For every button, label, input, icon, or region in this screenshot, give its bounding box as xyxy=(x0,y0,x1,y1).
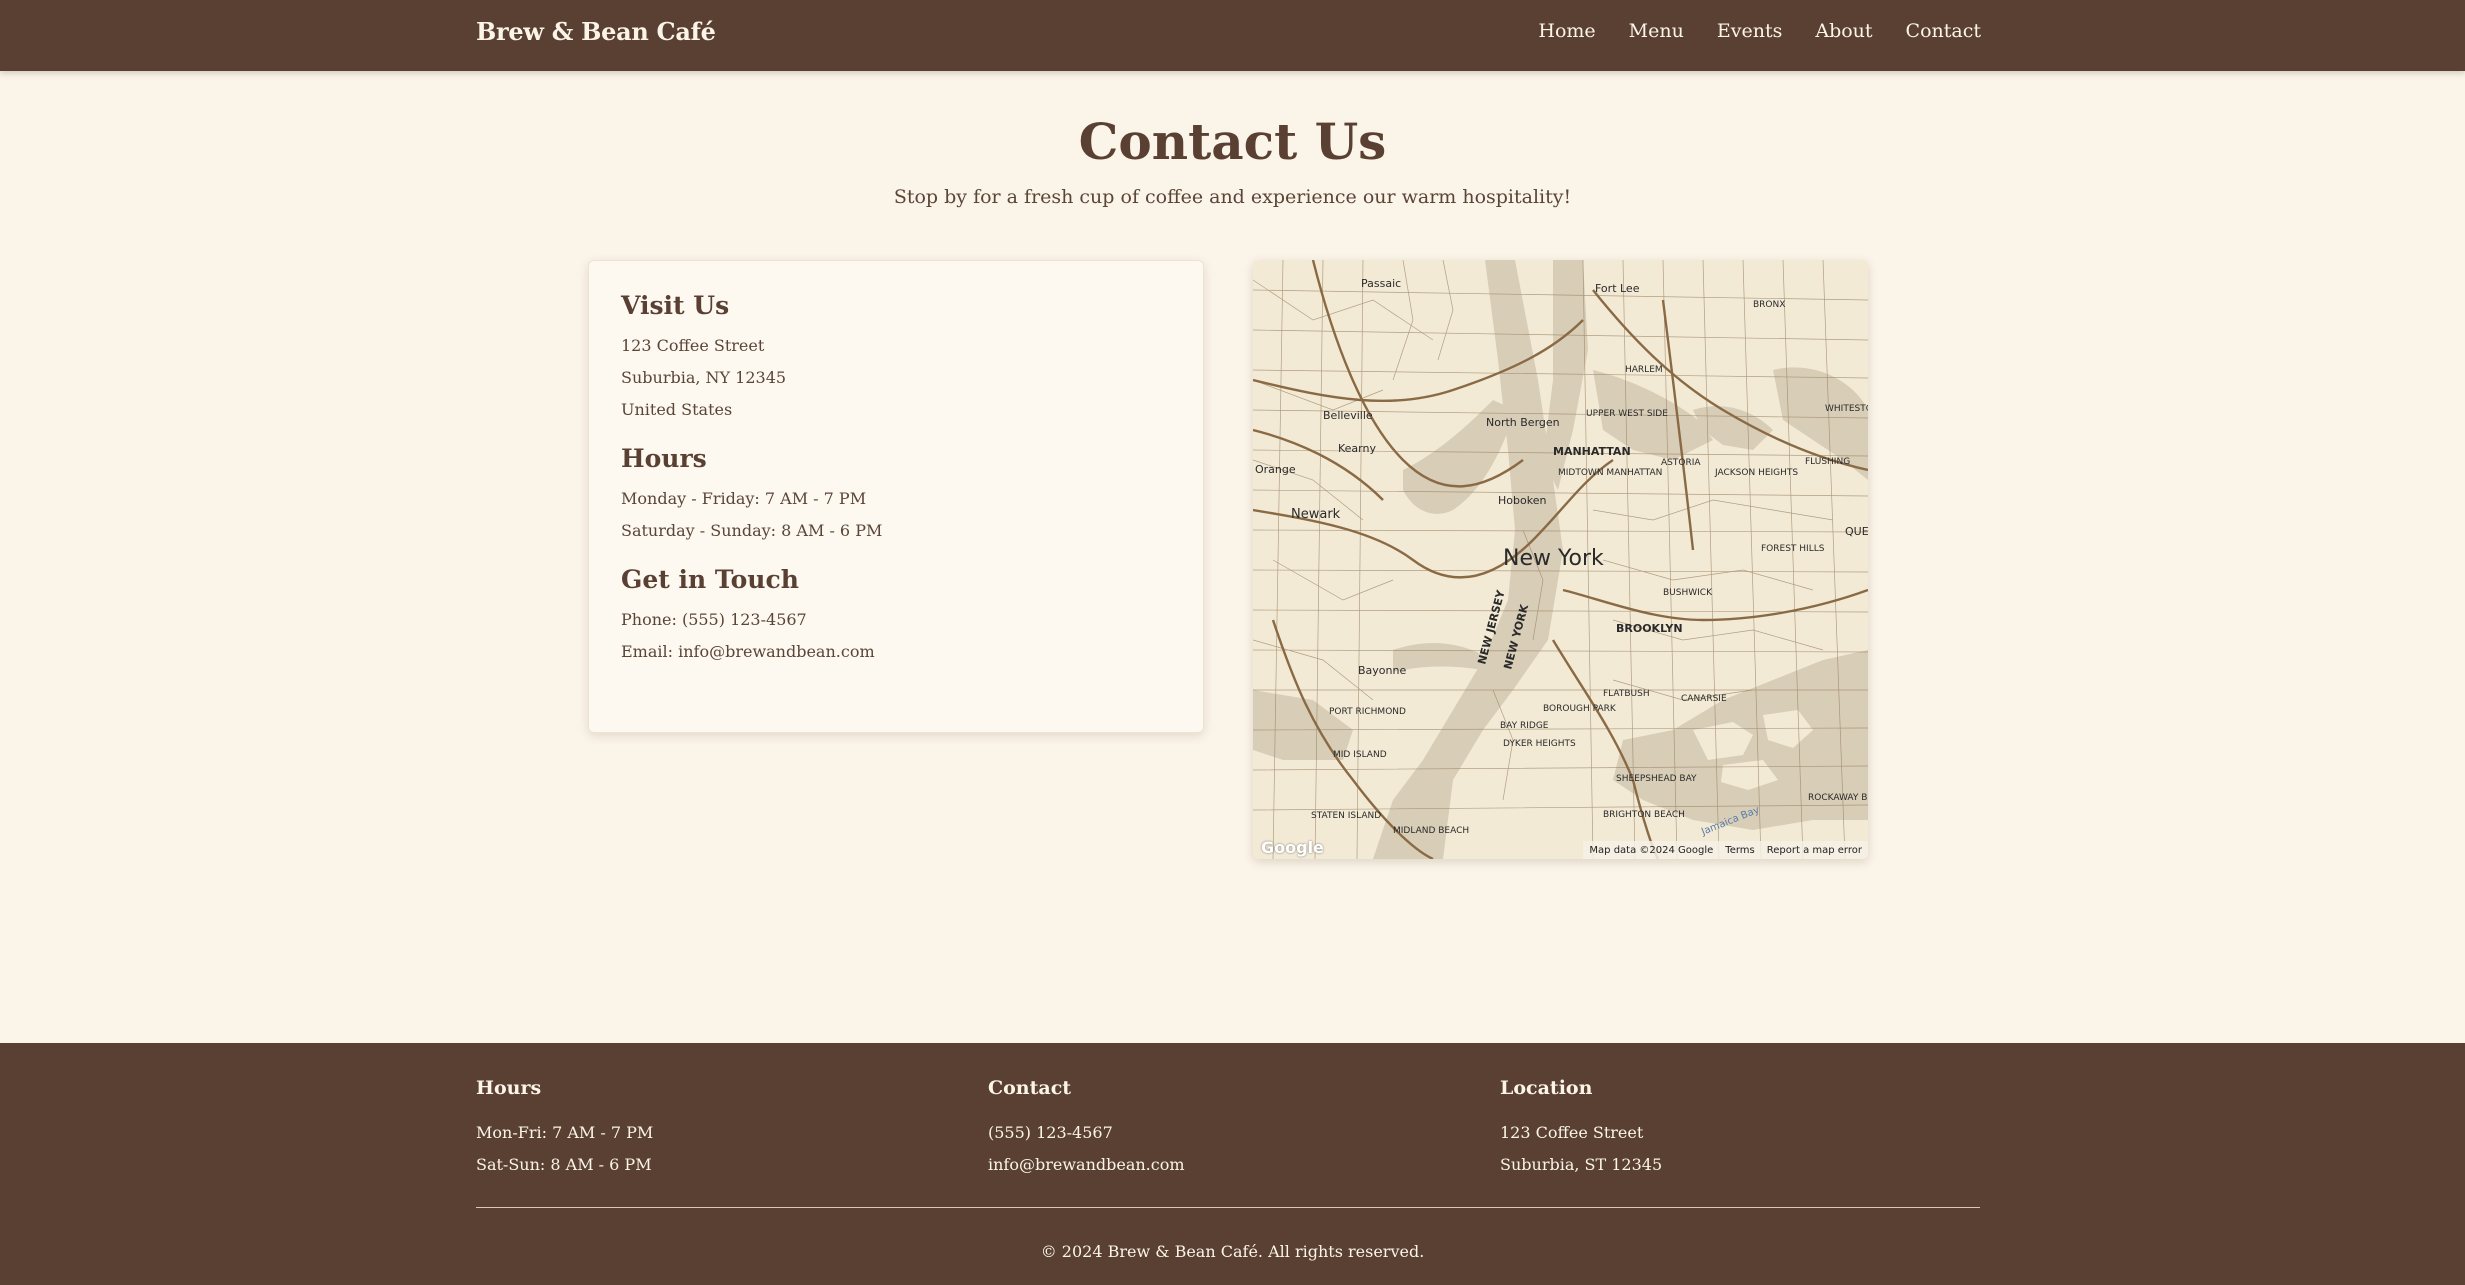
contact-info-card: Visit Us 123 Coffee Street Suburbia, NY … xyxy=(588,260,1204,733)
map-label-newark: Newark xyxy=(1291,507,1341,522)
map-label-belleville: Belleville xyxy=(1323,409,1373,422)
hours-weekend: Saturday - Sunday: 8 AM - 6 PM xyxy=(621,521,883,540)
footer-location-heading: Location xyxy=(1500,1077,1593,1099)
footer-hours-line: Mon-Fri: 7 AM - 7 PM xyxy=(476,1123,654,1142)
map-label-passaic: Passaic xyxy=(1361,277,1401,290)
map-label-canarsie: CANARSIE xyxy=(1681,694,1727,704)
page-title: Contact Us xyxy=(1078,112,1387,171)
footer-location-line: 123 Coffee Street xyxy=(1500,1123,1644,1142)
map-label-midtown: MIDTOWN MANHATTAN xyxy=(1558,468,1662,478)
map-label-new-york: New York xyxy=(1503,546,1604,571)
footer-contact: Contact (555) 123-4567 info@brewandbean.… xyxy=(988,1077,1468,1181)
map-label-port-richmond: PORT RICHMOND xyxy=(1329,707,1406,717)
map-label-jackson-heights: JACKSON HEIGHTS xyxy=(1714,468,1798,478)
site-footer: Hours Mon-Fri: 7 AM - 7 PM Sat-Sun: 8 AM… xyxy=(0,1043,2465,1285)
footer-location: Location 123 Coffee Street Suburbia, ST … xyxy=(1500,1077,1980,1181)
nav-link-about[interactable]: About xyxy=(1815,20,1872,42)
address-line-3: United States xyxy=(621,400,733,419)
map-label-rockaway-beach: ROCKAWAY BEACH xyxy=(1808,793,1868,803)
get-in-touch-section: Get in Touch Phone: (555) 123-4567 Email… xyxy=(621,565,1171,668)
footer-contact-heading: Contact xyxy=(988,1077,1072,1099)
map-label-brooklyn: BROOKLYN xyxy=(1616,622,1683,635)
footer-phone: (555) 123-4567 xyxy=(988,1123,1113,1142)
brand-logo[interactable]: Brew & Bean Café xyxy=(476,17,716,46)
map-label-fort-lee: Fort Lee xyxy=(1595,282,1640,295)
nav-link-events[interactable]: Events xyxy=(1717,20,1782,42)
map-label-midland-beach: MIDLAND BEACH xyxy=(1393,826,1469,836)
map-label-bay-ridge: BAY RIDGE xyxy=(1500,721,1549,731)
map-label-brighton-beach: BRIGHTON BEACH xyxy=(1603,810,1685,820)
footer-location-line: Suburbia, ST 12345 xyxy=(1500,1155,1663,1174)
nav-link-contact[interactable]: Contact xyxy=(1906,20,1981,42)
map-label-astoria: ASTORIA xyxy=(1661,458,1701,468)
get-in-touch-heading: Get in Touch xyxy=(621,565,799,594)
footer-divider xyxy=(476,1207,1980,1208)
footer-hours: Hours Mon-Fri: 7 AM - 7 PM Sat-Sun: 8 AM… xyxy=(476,1077,956,1181)
hours-weekday: Monday - Friday: 7 AM - 7 PM xyxy=(621,489,867,508)
footer-hours-line: Sat-Sun: 8 AM - 6 PM xyxy=(476,1155,652,1174)
map-label-orange: Orange xyxy=(1255,463,1296,476)
visit-us-section: Visit Us 123 Coffee Street Suburbia, NY … xyxy=(621,291,1171,426)
map-report-link[interactable]: Report a map error xyxy=(1767,845,1862,856)
map-label-north-bergen: North Bergen xyxy=(1486,416,1560,429)
map-canvas[interactable]: New York Newark MANHATTAN BROOKLYN Hobok… xyxy=(1253,260,1868,859)
hours-heading: Hours xyxy=(621,444,707,473)
nav-links: Home Menu Events About Contact xyxy=(1505,20,1981,42)
google-logo: Google xyxy=(1261,838,1324,857)
hours-section: Hours Monday - Friday: 7 AM - 7 PM Satur… xyxy=(621,444,1171,547)
map-label-bronx: BRONX xyxy=(1753,300,1785,310)
map-label-bushwick: BUSHWICK xyxy=(1663,588,1713,598)
map-label-forest-hills: FOREST HILLS xyxy=(1761,544,1825,554)
map-label-dyker-heights: DYKER HEIGHTS xyxy=(1503,739,1576,749)
footer-email[interactable]: info@brewandbean.com xyxy=(988,1149,1468,1181)
map-label-upper-west-side: UPPER WEST SIDE xyxy=(1586,409,1668,419)
visit-us-heading: Visit Us xyxy=(621,291,730,320)
map-attribution-bar: Map data ©2024 Google Terms Report a map… xyxy=(1583,841,1868,859)
map-terms-link[interactable]: Terms xyxy=(1725,845,1754,856)
nav-link-home[interactable]: Home xyxy=(1538,20,1595,42)
map-attribution: Map data ©2024 Google xyxy=(1589,844,1714,856)
address-line-2: Suburbia, NY 12345 xyxy=(621,368,787,387)
map-label-borough-park: BOROUGH PARK xyxy=(1543,704,1617,714)
map-label-mid-island: MID ISLAND xyxy=(1333,750,1387,760)
page-subtitle: Stop by for a fresh cup of coffee and ex… xyxy=(893,186,1572,208)
address-line-1: 123 Coffee Street xyxy=(621,336,765,355)
map-label-flatbush: FLATBUSH xyxy=(1603,689,1650,699)
map-label-bayonne: Bayonne xyxy=(1358,664,1406,677)
map-label-hoboken: Hoboken xyxy=(1498,494,1546,507)
map-label-manhattan: MANHATTAN xyxy=(1553,445,1631,458)
map-label-kearny: Kearny xyxy=(1338,442,1376,455)
nav-link-menu[interactable]: Menu xyxy=(1629,20,1684,42)
top-navbar: Brew & Bean Café Home Menu Events About … xyxy=(0,0,2465,71)
map-label-staten-island: STATEN ISLAND xyxy=(1311,811,1381,821)
email-line[interactable]: Email: info@brewandbean.com xyxy=(621,636,1171,668)
phone-line: Phone: (555) 123-4567 xyxy=(621,610,807,629)
embedded-map[interactable]: New York Newark MANHATTAN BROOKLYN Hobok… xyxy=(1253,260,1868,859)
map-label-harlem: HARLEM xyxy=(1625,365,1663,375)
map-label-flushing: FLUSHING xyxy=(1805,457,1850,467)
footer-hours-heading: Hours xyxy=(476,1077,542,1099)
map-label-sheepshead-bay: SHEEPSHEAD BAY xyxy=(1616,774,1697,784)
map-label-whitestone: WHITESTO xyxy=(1825,404,1868,414)
map-label-que: QUE xyxy=(1845,525,1868,538)
copyright-text: © 2024 Brew & Bean Café. All rights rese… xyxy=(1040,1242,1425,1261)
